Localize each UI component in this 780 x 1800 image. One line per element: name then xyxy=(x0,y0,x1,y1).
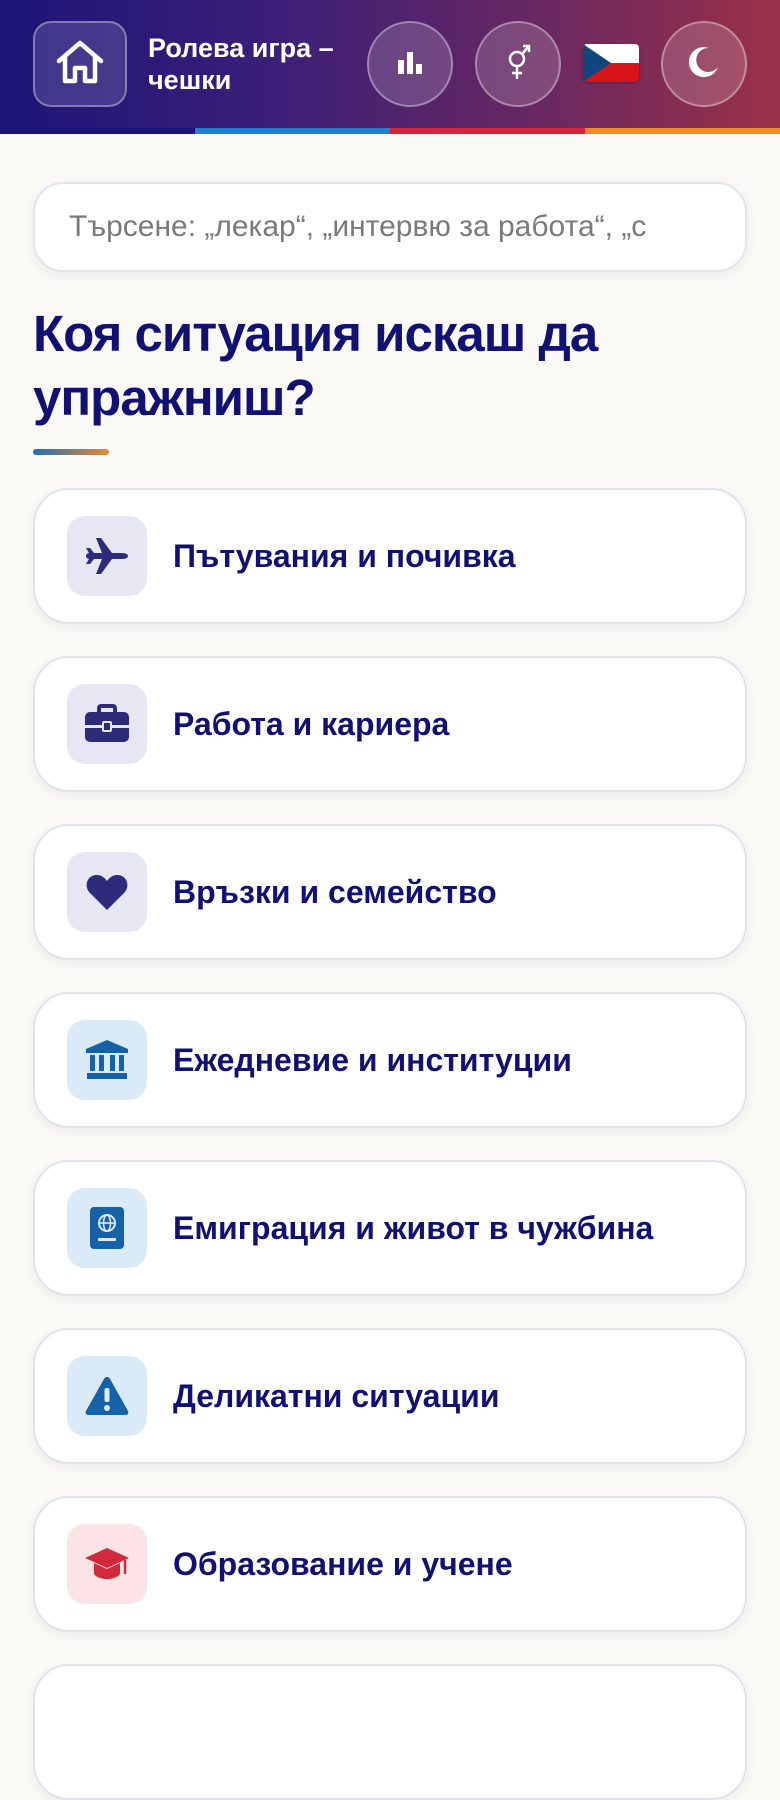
category-card-work[interactable]: Работа и кариера xyxy=(33,656,747,792)
airplane-icon xyxy=(67,516,147,596)
category-label: Връзки и семейство xyxy=(173,873,497,910)
stats-button[interactable] xyxy=(367,21,453,107)
category-card-relationships[interactable]: Връзки и семейство xyxy=(33,824,747,960)
header-color-stripe xyxy=(0,128,780,134)
heading-underline xyxy=(33,449,109,455)
search-box[interactable] xyxy=(33,182,747,272)
category-label: Образование и учене xyxy=(173,1545,513,1582)
page-title: Ролева игра – чешки xyxy=(148,33,334,95)
gender-button[interactable] xyxy=(475,21,561,107)
category-card-daily-life[interactable]: Ежедневие и институции xyxy=(33,992,747,1128)
warning-icon xyxy=(67,1356,147,1436)
briefcase-icon xyxy=(67,684,147,764)
category-card-partial[interactable] xyxy=(33,1664,747,1800)
category-label: Деликатни ситуации xyxy=(173,1377,500,1414)
app-header: Ролева игра – чешки xyxy=(0,0,780,128)
category-card-sensitive[interactable]: Деликатни ситуации xyxy=(33,1328,747,1464)
stats-icon xyxy=(397,50,423,79)
passport-icon xyxy=(67,1188,147,1268)
institution-icon xyxy=(67,1020,147,1100)
category-card-travel[interactable]: Пътувания и почивка xyxy=(33,488,747,624)
home-button[interactable] xyxy=(33,21,127,107)
category-card-emigration[interactable]: Емиграция и живот в чужбина xyxy=(33,1160,747,1296)
category-label: Ежедневие и институции xyxy=(173,1041,572,1078)
heart-icon xyxy=(67,852,147,932)
gender-icon xyxy=(503,42,533,87)
moon-icon xyxy=(687,45,721,84)
category-card-education[interactable]: Образование и учене xyxy=(33,1496,747,1632)
graduation-cap-icon xyxy=(67,1524,147,1604)
section-heading: Коя ситуация искаш да упражниш? xyxy=(33,305,598,426)
category-label: Пътувания и почивка xyxy=(173,537,516,574)
category-label: Емиграция и живот в чужбина xyxy=(173,1209,654,1246)
theme-toggle-button[interactable] xyxy=(661,21,747,107)
category-label: Работа и кариера xyxy=(173,705,450,742)
search-input[interactable] xyxy=(69,210,711,244)
czech-flag-icon[interactable] xyxy=(583,44,639,82)
home-icon xyxy=(53,37,107,92)
